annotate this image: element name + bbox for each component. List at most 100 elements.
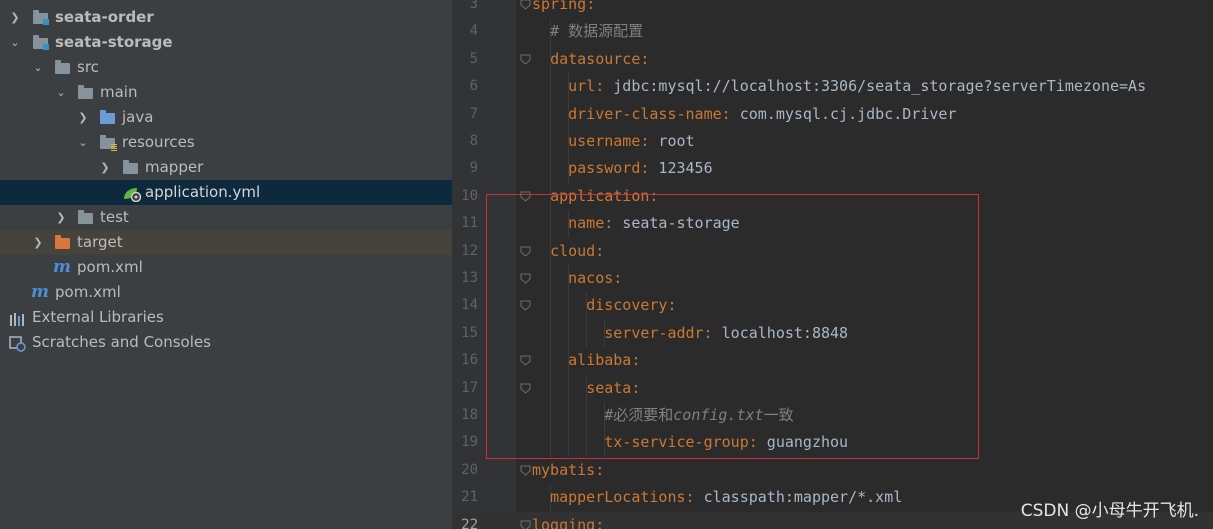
tree-item-scratches-and-consoles[interactable]: Scratches and Consoles [0,330,452,355]
line-number: 14 [461,297,478,314]
fold-marker-icon[interactable] [520,355,531,366]
tree-item-main[interactable]: ⌄ main [0,80,452,105]
chevron-down-icon[interactable]: ⌄ [31,55,45,80]
code-line[interactable]: 20 mybatis: [452,457,1213,484]
tree-item-label: pom.xml [55,283,121,301]
tree-item-label: resources [122,133,195,151]
code-line[interactable]: 18 #必须要和config.txt一致 [452,402,1213,430]
code-line[interactable]: 17 seata: [452,374,1213,402]
line-number: 19 [461,434,478,451]
line-number: 18 [461,407,478,423]
code-text: tx-service-group: guangzhou [604,433,849,452]
fold-marker-icon[interactable] [520,300,531,312]
code-line[interactable]: 15 server-addr: localhost:8848 [452,319,1213,348]
chevron-right-icon[interactable]: ❯ [54,205,68,230]
line-number: 9 [469,160,478,177]
line-number: 4 [469,23,478,40]
chevron-down-icon[interactable]: ⌄ [8,30,22,55]
code-line[interactable]: 11 name: seata-storage [452,210,1213,238]
line-number: 6 [469,78,478,95]
code-line[interactable]: 10 application: [452,182,1213,211]
tree-item-label: seata-order [55,8,154,26]
tree-item-src[interactable]: ⌄ src [0,55,452,80]
fold-marker-icon[interactable] [520,520,531,529]
libraries-icon [9,310,25,326]
tree-item-java[interactable]: ❯ java [0,105,452,130]
code-line[interactable]: 14 discovery: [452,292,1213,320]
fold-marker-icon[interactable] [520,54,531,65]
fold-marker-icon[interactable] [520,246,531,257]
code-text: driver-class-name: com.mysql.cj.jdbc.Dri… [568,104,957,123]
line-number: 8 [469,133,478,149]
chevron-down-icon[interactable]: ⌄ [54,80,68,105]
folder-icon [123,160,138,174]
chevron-right-icon[interactable]: ❯ [31,230,45,255]
line-number: 12 [461,242,478,259]
tree-item-label: target [77,233,123,251]
code-text: nacos: [568,269,623,287]
tree-item-label: main [100,83,138,101]
chevron-down-icon[interactable]: ⌄ [76,130,90,155]
code-text: url: jdbc:mysql://localhost:3306/seata_s… [568,77,1147,96]
line-number: 20 [461,461,478,478]
tree-item-label: java [122,108,154,126]
code-line[interactable]: 16 alibaba: [452,347,1213,375]
folder-icon [55,60,70,74]
code-line[interactable]: 7 driver-class-name: com.mysql.cj.jdbc.D… [452,100,1213,128]
chevron-right-icon[interactable]: ❯ [76,105,90,130]
fold-marker-icon[interactable] [520,383,531,394]
project-tree-panel: ❯ seata-order ⌄ seata-storage ⌄ src ⌄ ma… [0,0,452,529]
fold-marker-icon[interactable] [520,0,531,10]
tree-item-external-libraries[interactable]: External Libraries [0,305,452,330]
resources-folder-icon [100,135,117,151]
tree-item-pom-xml[interactable]: m pom.xml [0,255,452,280]
tree-item-seata-order[interactable]: ❯ seata-order [0,5,452,30]
folder-icon [78,210,93,224]
tree-item-mapper[interactable]: ❯ mapper [0,155,452,180]
code-text: cloud: [550,241,605,260]
tree-item-label: src [77,58,99,76]
fold-marker-icon[interactable] [520,465,531,476]
fold-marker-icon[interactable] [520,191,531,202]
folder-icon [78,85,93,99]
tree-item-application-yml[interactable]: application.yml [0,180,452,205]
tree-item-label: pom.xml [77,258,143,276]
tree-item-label: seata-storage [55,33,173,51]
code-text: name: seata-storage [568,214,740,233]
code-text: alibaba: [568,351,641,370]
fold-marker-icon[interactable] [520,273,531,284]
line-number: 22 [461,516,478,529]
code-line[interactable]: 6 url: jdbc:mysql://localhost:3306/seata… [452,73,1213,101]
code-line[interactable]: 12 cloud: [452,237,1213,265]
tree-item-label: mapper [145,158,204,176]
code-line[interactable]: 9 password: 123456 [452,155,1213,183]
tree-item-test[interactable]: ❯ test [0,205,452,230]
tree-item-target[interactable]: ❯ target [0,230,452,255]
code-line[interactable]: 3 spring: [452,0,1213,18]
module-folder-icon [33,10,49,25]
source-folder-icon [100,110,115,124]
line-number: 15 [461,324,478,341]
code-line[interactable]: 19 tx-service-group: guangzhou [452,429,1213,457]
line-number: 13 [461,270,478,286]
code-text: # 数据源配置 [550,22,644,41]
line-number: 3 [469,0,478,12]
line-number: 17 [461,379,478,396]
module-folder-icon [33,35,49,50]
code-line[interactable]: 5 datasource: [452,45,1213,74]
code-line[interactable]: 8 username: root [452,128,1213,156]
chevron-right-icon[interactable]: ❯ [98,155,112,180]
chevron-right-icon[interactable]: ❯ [8,5,22,30]
tree-item-seata-storage[interactable]: ⌄ seata-storage [0,30,452,55]
code-text: server-addr: localhost:8848 [604,323,849,342]
watermark: CSDN @小母牛开飞机. [1020,501,1199,521]
code-text: mybatis: [532,460,605,479]
tree-item-resources[interactable]: ⌄ resources [0,130,452,155]
code-line[interactable]: 4 # 数据源配置 [452,18,1213,46]
tree-item-label: application.yml [145,183,261,201]
code-editor[interactable]: 3 spring: 4 # 数据源配置 5 datasource: 6 url: jdb… [452,0,1213,529]
code-text: datasource: [550,49,650,68]
code-line[interactable]: 13 nacos: [452,265,1213,293]
code-text: logging: [532,515,605,529]
tree-item-pom-xml[interactable]: m pom.xml [0,280,452,305]
